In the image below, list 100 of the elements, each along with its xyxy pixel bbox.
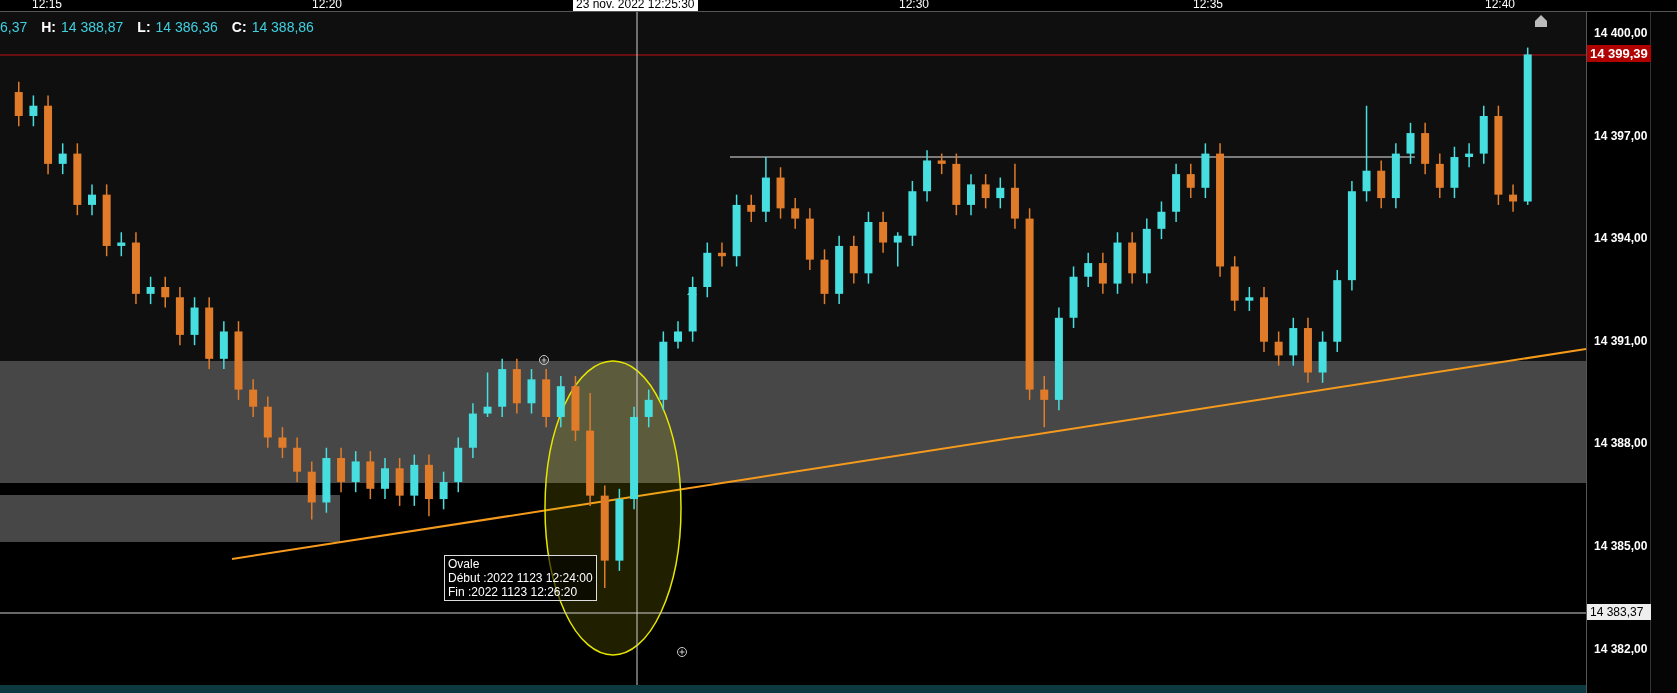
- candlestick: [849, 234, 858, 285]
- candlestick: [1303, 317, 1312, 384]
- candlestick: [996, 176, 1005, 210]
- time-axis-label: 12:40: [1485, 0, 1516, 11]
- price-tick-label: 14 382,00: [1594, 641, 1648, 656]
- candlestick: [512, 358, 521, 415]
- candlestick: [263, 395, 272, 449]
- legend-value: 14 386,36: [155, 19, 218, 35]
- candlestick: [527, 368, 536, 415]
- candlestick: [644, 388, 653, 428]
- candlestick: [249, 378, 258, 418]
- candlestick: [923, 149, 932, 203]
- legend-value: 14 388,86: [251, 19, 314, 35]
- candlestick: [776, 166, 785, 220]
- legend-label: H:: [41, 19, 57, 35]
- candlestick: [424, 453, 433, 517]
- candlestick: [146, 276, 155, 305]
- legend-value: 14 388,87: [61, 19, 124, 35]
- candlestick: [351, 450, 360, 493]
- tooltip-line: Fin :2022 1123 12:26:20: [448, 585, 579, 599]
- candlestick: [337, 447, 346, 493]
- crosshair-time-label: 23 nov. 2022 12:25:30: [573, 0, 698, 11]
- candlestick: [571, 375, 580, 442]
- candlestick: [703, 241, 712, 298]
- candlestick: [688, 276, 697, 343]
- price-tick-label: 14 385,00: [1594, 538, 1648, 553]
- candlestick: [937, 152, 946, 175]
- legend-label: C:: [231, 19, 247, 35]
- candlestick: [1465, 142, 1474, 169]
- candlestick: [908, 180, 917, 247]
- price-tick-label: 14 391,00: [1594, 333, 1648, 348]
- candlestick: [1245, 286, 1254, 312]
- candlestick: [1318, 330, 1327, 384]
- candlestick: [1084, 252, 1093, 288]
- candlestick: [29, 94, 38, 127]
- time-axis-label: 12:30: [899, 0, 930, 11]
- candlestick: [219, 320, 228, 370]
- candlestick: [761, 156, 770, 223]
- candlestick: [454, 436, 463, 493]
- candlestick: [1098, 252, 1107, 295]
- candlestick: [1172, 163, 1181, 223]
- candlestick: [1479, 104, 1488, 165]
- price-tick-label: 14 394,00: [1594, 231, 1648, 246]
- candlestick: [307, 460, 316, 521]
- candlestick: [117, 231, 126, 257]
- time-axis-label: 12:35: [1193, 0, 1224, 11]
- candlestick: [1377, 159, 1386, 210]
- candlestick: [805, 207, 814, 271]
- candlestick: [893, 231, 902, 268]
- candlestick: [88, 183, 96, 216]
- candlestick: [981, 173, 990, 210]
- legend-label: L:: [137, 19, 151, 35]
- candlestick: [395, 457, 404, 507]
- candlestick: [1128, 231, 1137, 285]
- price-tick-label: 14 388,00: [1594, 436, 1648, 451]
- candlestick: [1406, 122, 1415, 165]
- plus-circle-icon[interactable]: [539, 355, 549, 365]
- candlestick: [410, 453, 419, 507]
- price-tick-label: 14 400,00: [1594, 25, 1648, 40]
- candlestick: [498, 358, 507, 418]
- candlestick: [952, 152, 961, 216]
- candlestick: [542, 368, 551, 428]
- candlestick: [1435, 152, 1444, 199]
- time-axis-label: 12:15: [32, 0, 63, 11]
- candlestick: [1289, 317, 1298, 367]
- candlestick: [1509, 183, 1518, 213]
- candlestick: [322, 447, 331, 514]
- candlestick: [967, 173, 975, 216]
- tooltip-title: Ovale: [448, 557, 481, 571]
- candlestick: [879, 211, 888, 254]
- candlestick: [556, 375, 565, 428]
- candlestick: [439, 470, 448, 511]
- price-tick-label: 14 397,00: [1594, 128, 1648, 143]
- candlestick: [1421, 122, 1430, 175]
- candlestick: [161, 276, 170, 309]
- candlestick: [1201, 142, 1210, 199]
- candlestick: [1230, 255, 1239, 312]
- candlestick: [1040, 375, 1049, 428]
- candlestick: [293, 436, 302, 483]
- candlestick: [791, 197, 800, 230]
- candlestick: [468, 402, 477, 459]
- tooltip-line: Début :2022 1123 12:24:00: [448, 571, 593, 585]
- candlestick: [190, 296, 199, 346]
- candlestick: [278, 426, 287, 459]
- candlestick: [381, 457, 389, 500]
- candlestick: [58, 142, 67, 175]
- candlestick: [1450, 146, 1459, 199]
- candlestick: [1157, 200, 1166, 240]
- candlestick: [674, 320, 682, 350]
- legend-value: 6,37: [0, 19, 28, 35]
- candlestick: [1391, 142, 1400, 210]
- candlestick: [483, 371, 492, 418]
- candlestick: [1186, 163, 1195, 199]
- candlestick: [747, 193, 756, 223]
- home-icon[interactable]: [1535, 15, 1547, 27]
- candlestick: [1142, 217, 1151, 285]
- candlestick: [175, 286, 184, 346]
- plus-circle-icon[interactable]: [677, 647, 687, 657]
- candlestick: [1260, 286, 1268, 353]
- crosshair-price-label: 14 383,37: [1587, 604, 1651, 620]
